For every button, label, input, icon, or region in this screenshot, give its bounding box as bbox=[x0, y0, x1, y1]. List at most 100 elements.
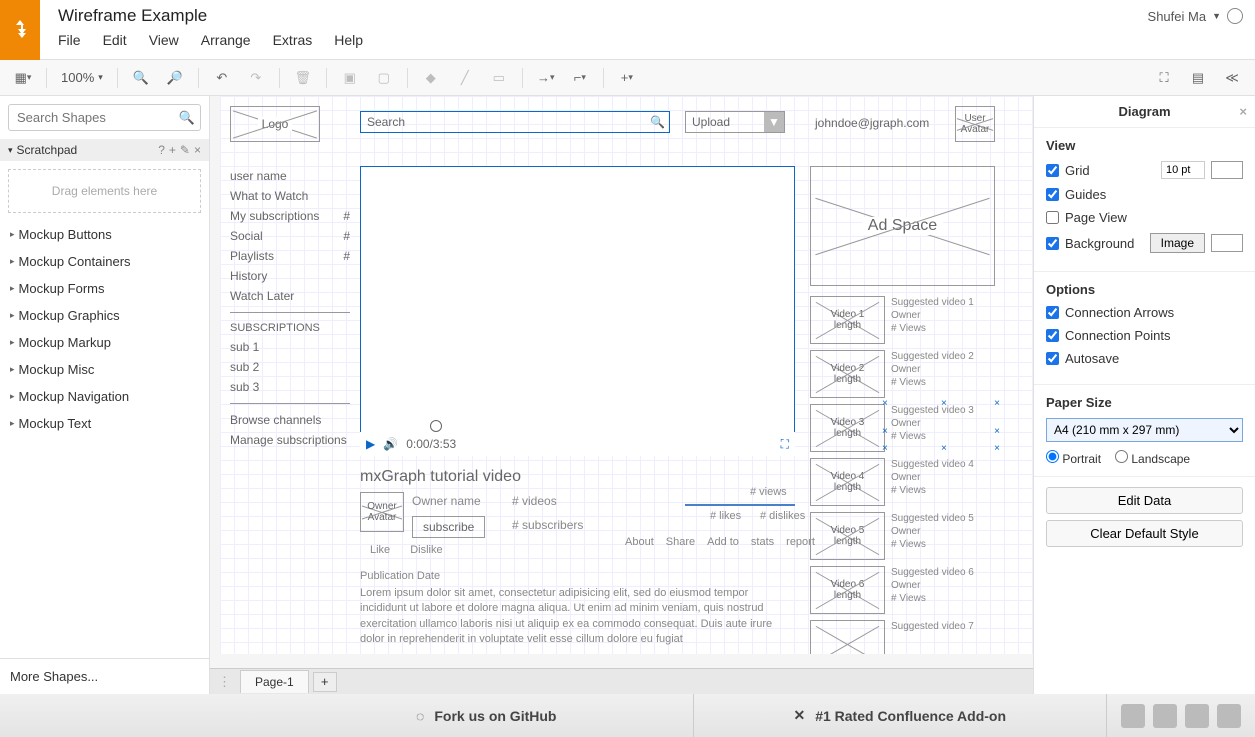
view-mode-button[interactable]: ▦▾ bbox=[8, 65, 38, 91]
grid-checkbox[interactable] bbox=[1046, 164, 1059, 177]
menu-arrange[interactable]: Arrange bbox=[201, 32, 251, 48]
wireframe-search[interactable]: Search🔍 bbox=[360, 111, 670, 133]
zoom-out-button[interactable]: 🔎 bbox=[160, 65, 190, 91]
wireframe-email[interactable]: johndoe@jgraph.com bbox=[815, 116, 929, 130]
background-checkbox[interactable] bbox=[1046, 237, 1059, 250]
googleplus-icon[interactable] bbox=[1121, 704, 1145, 728]
waypoint-button[interactable]: ⌐▾ bbox=[565, 65, 595, 91]
wireframe-owner-avatar[interactable]: OwnerAvatar bbox=[360, 492, 404, 532]
wireframe-video-title[interactable]: mxGraph tutorial video bbox=[360, 468, 521, 486]
grid-size-input[interactable] bbox=[1161, 161, 1205, 179]
suggested-video-row[interactable]: Video 1lengthSuggested video 1Owner# Vie… bbox=[810, 296, 995, 344]
suggested-thumb[interactable]: Video 2length bbox=[810, 350, 885, 398]
background-color-swatch[interactable] bbox=[1211, 234, 1243, 252]
wireframe-ad-space[interactable]: Ad Space bbox=[810, 166, 995, 286]
shape-category[interactable]: Mockup Navigation bbox=[0, 383, 209, 410]
document-title[interactable]: Wireframe Example bbox=[58, 6, 1118, 26]
zoom-in-button[interactable]: 🔍 bbox=[126, 65, 156, 91]
wireframe-upload[interactable]: Upload▼ bbox=[685, 111, 785, 133]
scratchpad-help-icon[interactable]: ? bbox=[158, 143, 165, 157]
zoom-select[interactable]: 100%▾ bbox=[55, 70, 109, 85]
fullscreen-icon[interactable]: ⛶ bbox=[1149, 65, 1179, 91]
subscribe-button[interactable]: subscribe bbox=[412, 516, 485, 538]
edit-data-button[interactable]: Edit Data bbox=[1046, 487, 1243, 514]
suggested-video-row[interactable]: Video 3lengthSuggested video 3Owner# Vie… bbox=[810, 404, 995, 452]
suggested-thumb[interactable]: Video 5length bbox=[810, 512, 885, 560]
suggested-video-row[interactable]: Suggested video 7 bbox=[810, 620, 995, 654]
shape-category[interactable]: Mockup Text bbox=[0, 410, 209, 437]
owner-name[interactable]: Owner name bbox=[412, 494, 481, 508]
wireframe-video-controls[interactable]: ▶ 🔊 0:00/3:53 ⛶ bbox=[360, 432, 795, 456]
add-button[interactable]: +▾ bbox=[612, 65, 642, 91]
connection-button[interactable]: →▾ bbox=[531, 65, 561, 91]
suggested-video-row[interactable]: Video 2lengthSuggested video 2Owner# Vie… bbox=[810, 350, 995, 398]
wireframe-user-avatar[interactable]: UserAvatar bbox=[955, 106, 995, 142]
redo-button[interactable]: ↷ bbox=[241, 65, 271, 91]
grid-color-swatch[interactable] bbox=[1211, 161, 1243, 179]
menu-edit[interactable]: Edit bbox=[103, 32, 127, 48]
suggested-thumb[interactable] bbox=[810, 620, 885, 654]
github-icon[interactable] bbox=[1217, 704, 1241, 728]
wireframe-logo[interactable]: Logo bbox=[230, 106, 320, 142]
line-button[interactable]: ╱ bbox=[450, 65, 480, 91]
suggested-video-row[interactable]: Video 5lengthSuggested video 5Owner# Vie… bbox=[810, 512, 995, 560]
like-dislike-row[interactable]: LikeDislike bbox=[370, 544, 443, 556]
suggested-thumb[interactable]: Video 4length bbox=[810, 458, 885, 506]
menu-file[interactable]: File bbox=[58, 32, 81, 48]
wireframe-video-player[interactable] bbox=[360, 166, 795, 456]
shape-category[interactable]: Mockup Graphics bbox=[0, 302, 209, 329]
search-shapes-input[interactable] bbox=[8, 104, 201, 131]
add-page-button[interactable]: + bbox=[313, 672, 337, 692]
shape-category[interactable]: Mockup Containers bbox=[0, 248, 209, 275]
page-tab[interactable]: Page-1 bbox=[240, 670, 309, 693]
user-name[interactable]: Shufei Ma bbox=[1148, 9, 1207, 24]
pageview-checkbox[interactable] bbox=[1046, 211, 1059, 224]
fill-button[interactable]: ◆ bbox=[416, 65, 446, 91]
video-scrubber[interactable] bbox=[430, 420, 442, 432]
connection-points-checkbox[interactable] bbox=[1046, 329, 1059, 342]
wireframe-sidenav[interactable]: user name What to Watch My subscriptions… bbox=[230, 166, 350, 450]
format-panel-icon[interactable]: ▤ bbox=[1183, 65, 1213, 91]
guides-checkbox[interactable] bbox=[1046, 188, 1059, 201]
user-menu-caret[interactable]: ▼ bbox=[1212, 11, 1221, 21]
scratchpad-close-icon[interactable]: × bbox=[194, 143, 201, 157]
scratchpad-add-icon[interactable]: + bbox=[169, 143, 176, 157]
globe-icon[interactable] bbox=[1227, 8, 1243, 24]
suggested-video-row[interactable]: Video 6lengthSuggested video 6Owner# Vie… bbox=[810, 566, 995, 614]
page-tabs-drag-icon[interactable]: ⋮ bbox=[218, 674, 231, 690]
to-back-button[interactable]: ▢ bbox=[369, 65, 399, 91]
facebook-icon[interactable] bbox=[1153, 704, 1177, 728]
shadow-button[interactable]: ▭ bbox=[484, 65, 514, 91]
delete-button[interactable]: 🗑 bbox=[288, 65, 318, 91]
confluence-link[interactable]: ✕ #1 Rated Confluence Add-on bbox=[694, 694, 1108, 737]
suggested-video-row[interactable]: Video 4lengthSuggested video 4Owner# Vie… bbox=[810, 458, 995, 506]
background-image-button[interactable]: Image bbox=[1150, 233, 1205, 253]
scratchpad-edit-icon[interactable]: ✎ bbox=[180, 143, 190, 157]
video-actions[interactable]: AboutShareAdd tostatsreport bbox=[625, 536, 815, 548]
scratchpad-dropzone[interactable]: Drag elements here bbox=[8, 169, 201, 213]
collapse-icon[interactable]: ≪ bbox=[1217, 65, 1247, 91]
menu-help[interactable]: Help bbox=[334, 32, 363, 48]
clear-default-style-button[interactable]: Clear Default Style bbox=[1046, 520, 1243, 547]
portrait-radio[interactable] bbox=[1046, 450, 1059, 463]
autosave-checkbox[interactable] bbox=[1046, 352, 1059, 365]
suggested-thumb[interactable]: Video 3length bbox=[810, 404, 885, 452]
canvas-area[interactable]: Logo Search🔍 Upload▼ johndoe@jgraph.com … bbox=[210, 96, 1033, 694]
paper-size-select[interactable]: A4 (210 mm x 297 mm) bbox=[1046, 418, 1243, 442]
menu-view[interactable]: View bbox=[149, 32, 179, 48]
menu-extras[interactable]: Extras bbox=[273, 32, 313, 48]
suggested-thumb[interactable]: Video 1length bbox=[810, 296, 885, 344]
twitter-icon[interactable] bbox=[1185, 704, 1209, 728]
search-icon[interactable]: 🔍 bbox=[179, 110, 195, 126]
shape-category[interactable]: Mockup Markup bbox=[0, 329, 209, 356]
close-icon[interactable]: × bbox=[1239, 104, 1247, 119]
landscape-radio[interactable] bbox=[1115, 450, 1128, 463]
undo-button[interactable]: ↶ bbox=[207, 65, 237, 91]
to-front-button[interactable]: ▣ bbox=[335, 65, 365, 91]
connection-arrows-checkbox[interactable] bbox=[1046, 306, 1059, 319]
more-shapes-button[interactable]: More Shapes... bbox=[0, 658, 209, 694]
shape-category[interactable]: Mockup Buttons bbox=[0, 221, 209, 248]
github-fork-link[interactable]: ◌ Fork us on GitHub bbox=[280, 694, 694, 737]
app-logo[interactable] bbox=[0, 0, 40, 60]
shape-category[interactable]: Mockup Forms bbox=[0, 275, 209, 302]
